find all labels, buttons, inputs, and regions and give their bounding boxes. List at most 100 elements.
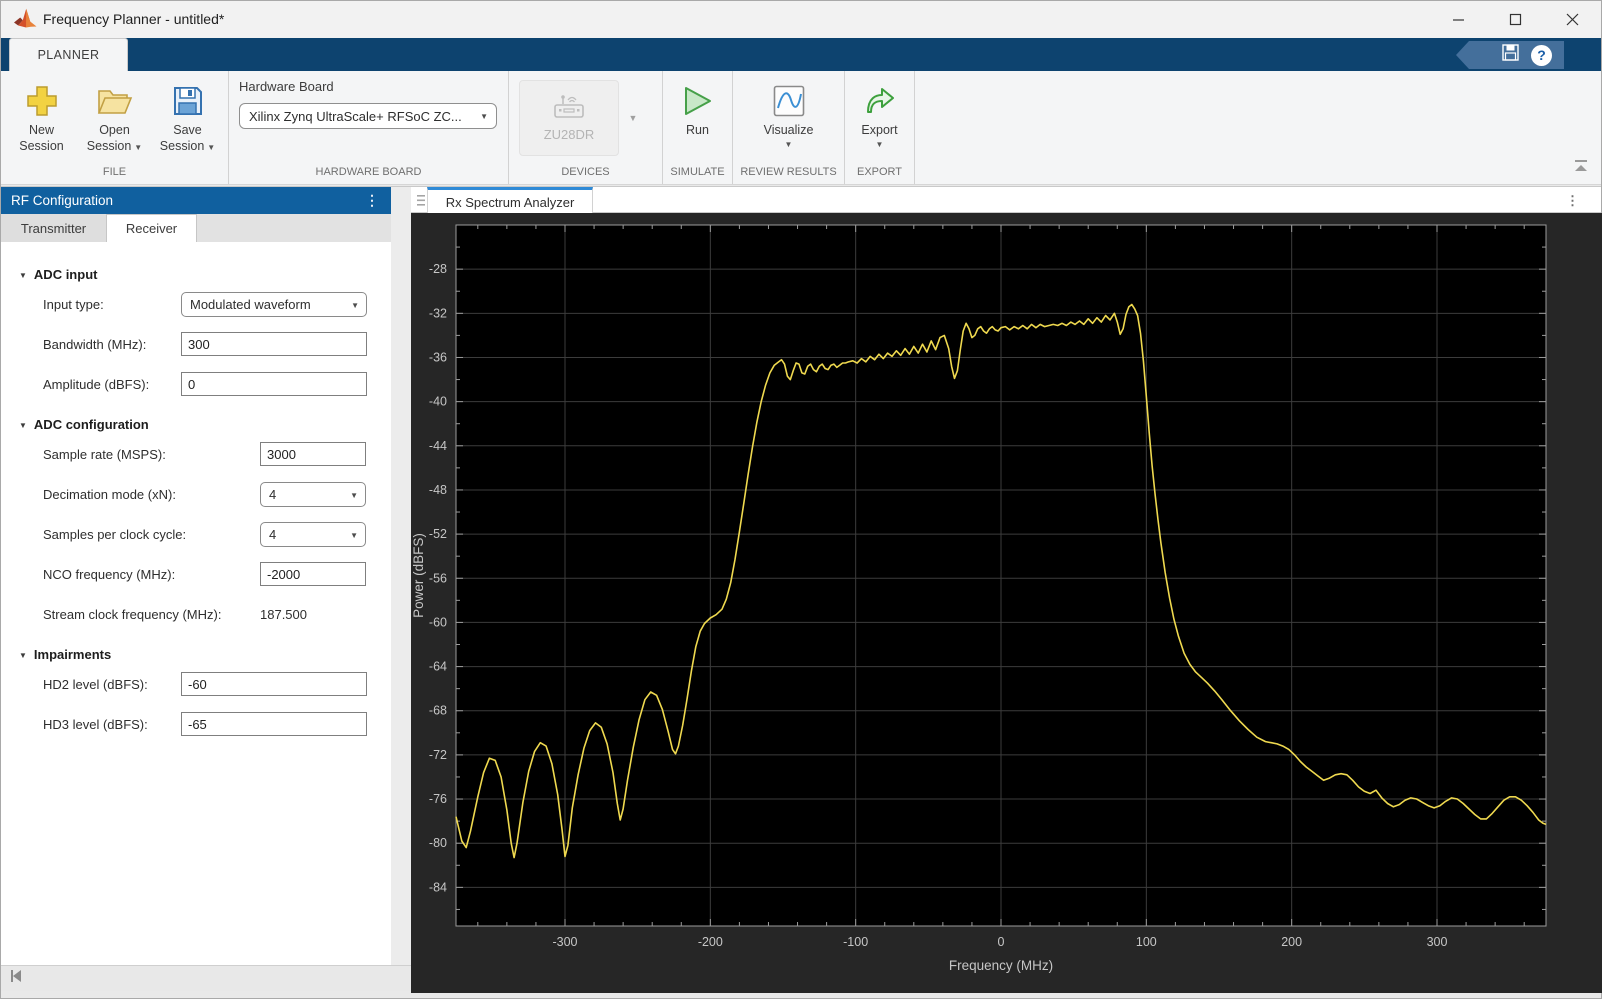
svg-text:-100: -100: [843, 935, 868, 949]
bandwidth-label: Bandwidth (MHz):: [43, 336, 147, 352]
new-session-plus-icon: [25, 80, 59, 122]
samples-per-clock-label: Samples per clock cycle:: [43, 526, 187, 542]
hardware-board-label: Hardware Board: [239, 79, 334, 94]
decimation-mode-dropdown[interactable]: 4 ▼: [260, 481, 366, 507]
sample-rate-label: Sample rate (MSPS):: [43, 446, 166, 462]
svg-text:-28: -28: [429, 262, 447, 276]
bandwidth-input[interactable]: [181, 332, 367, 356]
ribbon-empty-area: [915, 71, 1601, 184]
matlab-logo-icon: [14, 8, 37, 34]
hd3-level-label: HD3 level (dBFS):: [43, 716, 148, 732]
ribbon-section-export: Export ▼ EXPORT: [845, 71, 915, 184]
save-floppy-icon: [172, 80, 204, 122]
panel-splitter[interactable]: [391, 186, 411, 965]
hardware-board-section-label: HARDWARE BOARD: [315, 166, 422, 178]
minimize-button[interactable]: [1430, 1, 1487, 38]
amplitude-input[interactable]: [181, 372, 367, 396]
panel-options-kebab-icon[interactable]: ⋮: [365, 187, 379, 214]
nco-frequency-label: NCO frequency (MHz):: [43, 566, 176, 582]
hardware-board-dropdown[interactable]: Xilinx Zynq UltraScale+ RFSoC ZC... ▼: [239, 103, 497, 129]
collapse-panel-icon[interactable]: [8, 968, 24, 989]
open-session-caret-icon: ▼: [134, 143, 143, 153]
collapse-ribbon-icon[interactable]: [1573, 158, 1589, 178]
collapse-triangle-icon: ▼: [19, 271, 27, 280]
section-adc-input[interactable]: ▼ ADC input: [19, 267, 391, 282]
svg-text:-60: -60: [429, 615, 447, 629]
samples-per-clock-caret-icon: ▼: [350, 530, 358, 540]
save-session-button[interactable]: Save Session ▼: [152, 71, 224, 163]
tab-planner[interactable]: PLANNER: [9, 38, 128, 71]
tab-transmitter[interactable]: Transmitter: [1, 214, 107, 242]
hardware-board-caret-icon: ▼: [480, 112, 488, 121]
svg-text:-84: -84: [429, 880, 447, 894]
rf-configuration-tabs: Transmitter Receiver: [1, 214, 391, 242]
svg-text:-40: -40: [429, 395, 447, 409]
hd2-level-label: HD2 level (dBFS):: [43, 676, 148, 692]
review-results-section-label: REVIEW RESULTS: [740, 166, 837, 178]
visualize-sine-icon: [773, 80, 805, 122]
ribbon-tab-strip: PLANNER ?: [1, 38, 1601, 71]
ribbon-section-hardware-board: Hardware Board Xilinx Zynq UltraScale+ R…: [229, 71, 509, 184]
close-button[interactable]: [1544, 1, 1601, 38]
svg-text:-300: -300: [552, 935, 577, 949]
device-dropdown-caret[interactable]: ▼: [619, 80, 647, 156]
section-adc-configuration[interactable]: ▼ ADC configuration: [19, 417, 391, 432]
decimation-mode-label: Decimation mode (xN):: [43, 486, 176, 502]
svg-text:0: 0: [998, 935, 1005, 949]
device-icon: [551, 94, 587, 125]
tab-rx-spectrum-analyzer[interactable]: Rx Spectrum Analyzer: [427, 187, 593, 214]
run-play-icon: [683, 80, 713, 122]
svg-text:-36: -36: [429, 350, 447, 364]
ribbon-section-simulate: Run SIMULATE: [663, 71, 733, 184]
panel-status-bar: [1, 965, 411, 991]
svg-text:-80: -80: [429, 836, 447, 850]
ribbon-toolbar: New Session Open Session ▼ Save Session …: [1, 71, 1601, 185]
section-impairments[interactable]: ▼ Impairments: [19, 647, 391, 662]
hd3-level-input[interactable]: [181, 712, 367, 736]
svg-text:-32: -32: [429, 306, 447, 320]
svg-text:Power (dBFS): Power (dBFS): [411, 533, 426, 618]
maximize-button[interactable]: [1487, 1, 1544, 38]
svg-text:-68: -68: [429, 704, 447, 718]
input-type-dropdown[interactable]: Modulated waveform ▼: [181, 291, 367, 317]
svg-text:-200: -200: [698, 935, 723, 949]
export-section-label: EXPORT: [856, 166, 903, 178]
sample-rate-input[interactable]: [260, 442, 366, 466]
tab-drag-grip-icon[interactable]: [416, 194, 426, 212]
run-button[interactable]: Run: [666, 71, 730, 163]
tab-receiver[interactable]: Receiver: [107, 214, 197, 242]
ribbon-section-review-results: Visualize ▼ REVIEW RESULTS: [733, 71, 845, 184]
spectrum-plot-canvas[interactable]: -300 -200 -100 0 100 200 300 -84 -80 -76 -72 -68 -64…: [411, 213, 1602, 993]
export-arrow-icon: [864, 80, 896, 122]
devices-section-label: DEVICES: [561, 166, 610, 178]
hd2-level-input[interactable]: [181, 672, 367, 696]
visualize-button[interactable]: Visualize ▼: [749, 71, 829, 163]
panel-title: RF Configuration: [11, 193, 114, 208]
export-caret-icon: ▼: [875, 140, 884, 150]
nco-frequency-input[interactable]: [260, 562, 366, 586]
help-icon[interactable]: ?: [1531, 44, 1552, 66]
input-type-label: Input type:: [43, 296, 104, 312]
quick-save-icon[interactable]: [1502, 44, 1519, 66]
document-options-kebab-icon[interactable]: ⋮: [1566, 187, 1579, 214]
svg-text:200: 200: [1281, 935, 1302, 949]
svg-text:-64: -64: [429, 660, 447, 674]
open-session-button[interactable]: Open Session ▼: [79, 71, 151, 163]
svg-text:-76: -76: [429, 792, 447, 806]
stream-clock-frequency-value: 187.500: [260, 606, 307, 622]
decimation-caret-icon: ▼: [350, 490, 358, 500]
stream-clock-frequency-label: Stream clock frequency (MHz):: [43, 606, 222, 622]
svg-text:-56: -56: [429, 571, 447, 585]
export-button[interactable]: Export ▼: [848, 71, 912, 163]
receiver-form: ▼ ADC input Input type: Modulated wavefor…: [1, 242, 391, 744]
samples-per-clock-dropdown[interactable]: 4 ▼: [260, 521, 366, 547]
input-type-caret-icon: ▼: [351, 300, 359, 310]
collapse-triangle-icon: ▼: [19, 651, 27, 660]
device-zu28dr-button[interactable]: ZU28DR: [519, 80, 619, 156]
svg-text:-44: -44: [429, 439, 447, 453]
new-session-button[interactable]: New Session: [6, 71, 78, 163]
svg-text:-52: -52: [429, 527, 447, 541]
title-bar: Frequency Planner - untitled*: [1, 1, 1601, 38]
visualize-caret-icon: ▼: [784, 140, 793, 150]
amplitude-label: Amplitude (dBFS):: [43, 376, 150, 392]
